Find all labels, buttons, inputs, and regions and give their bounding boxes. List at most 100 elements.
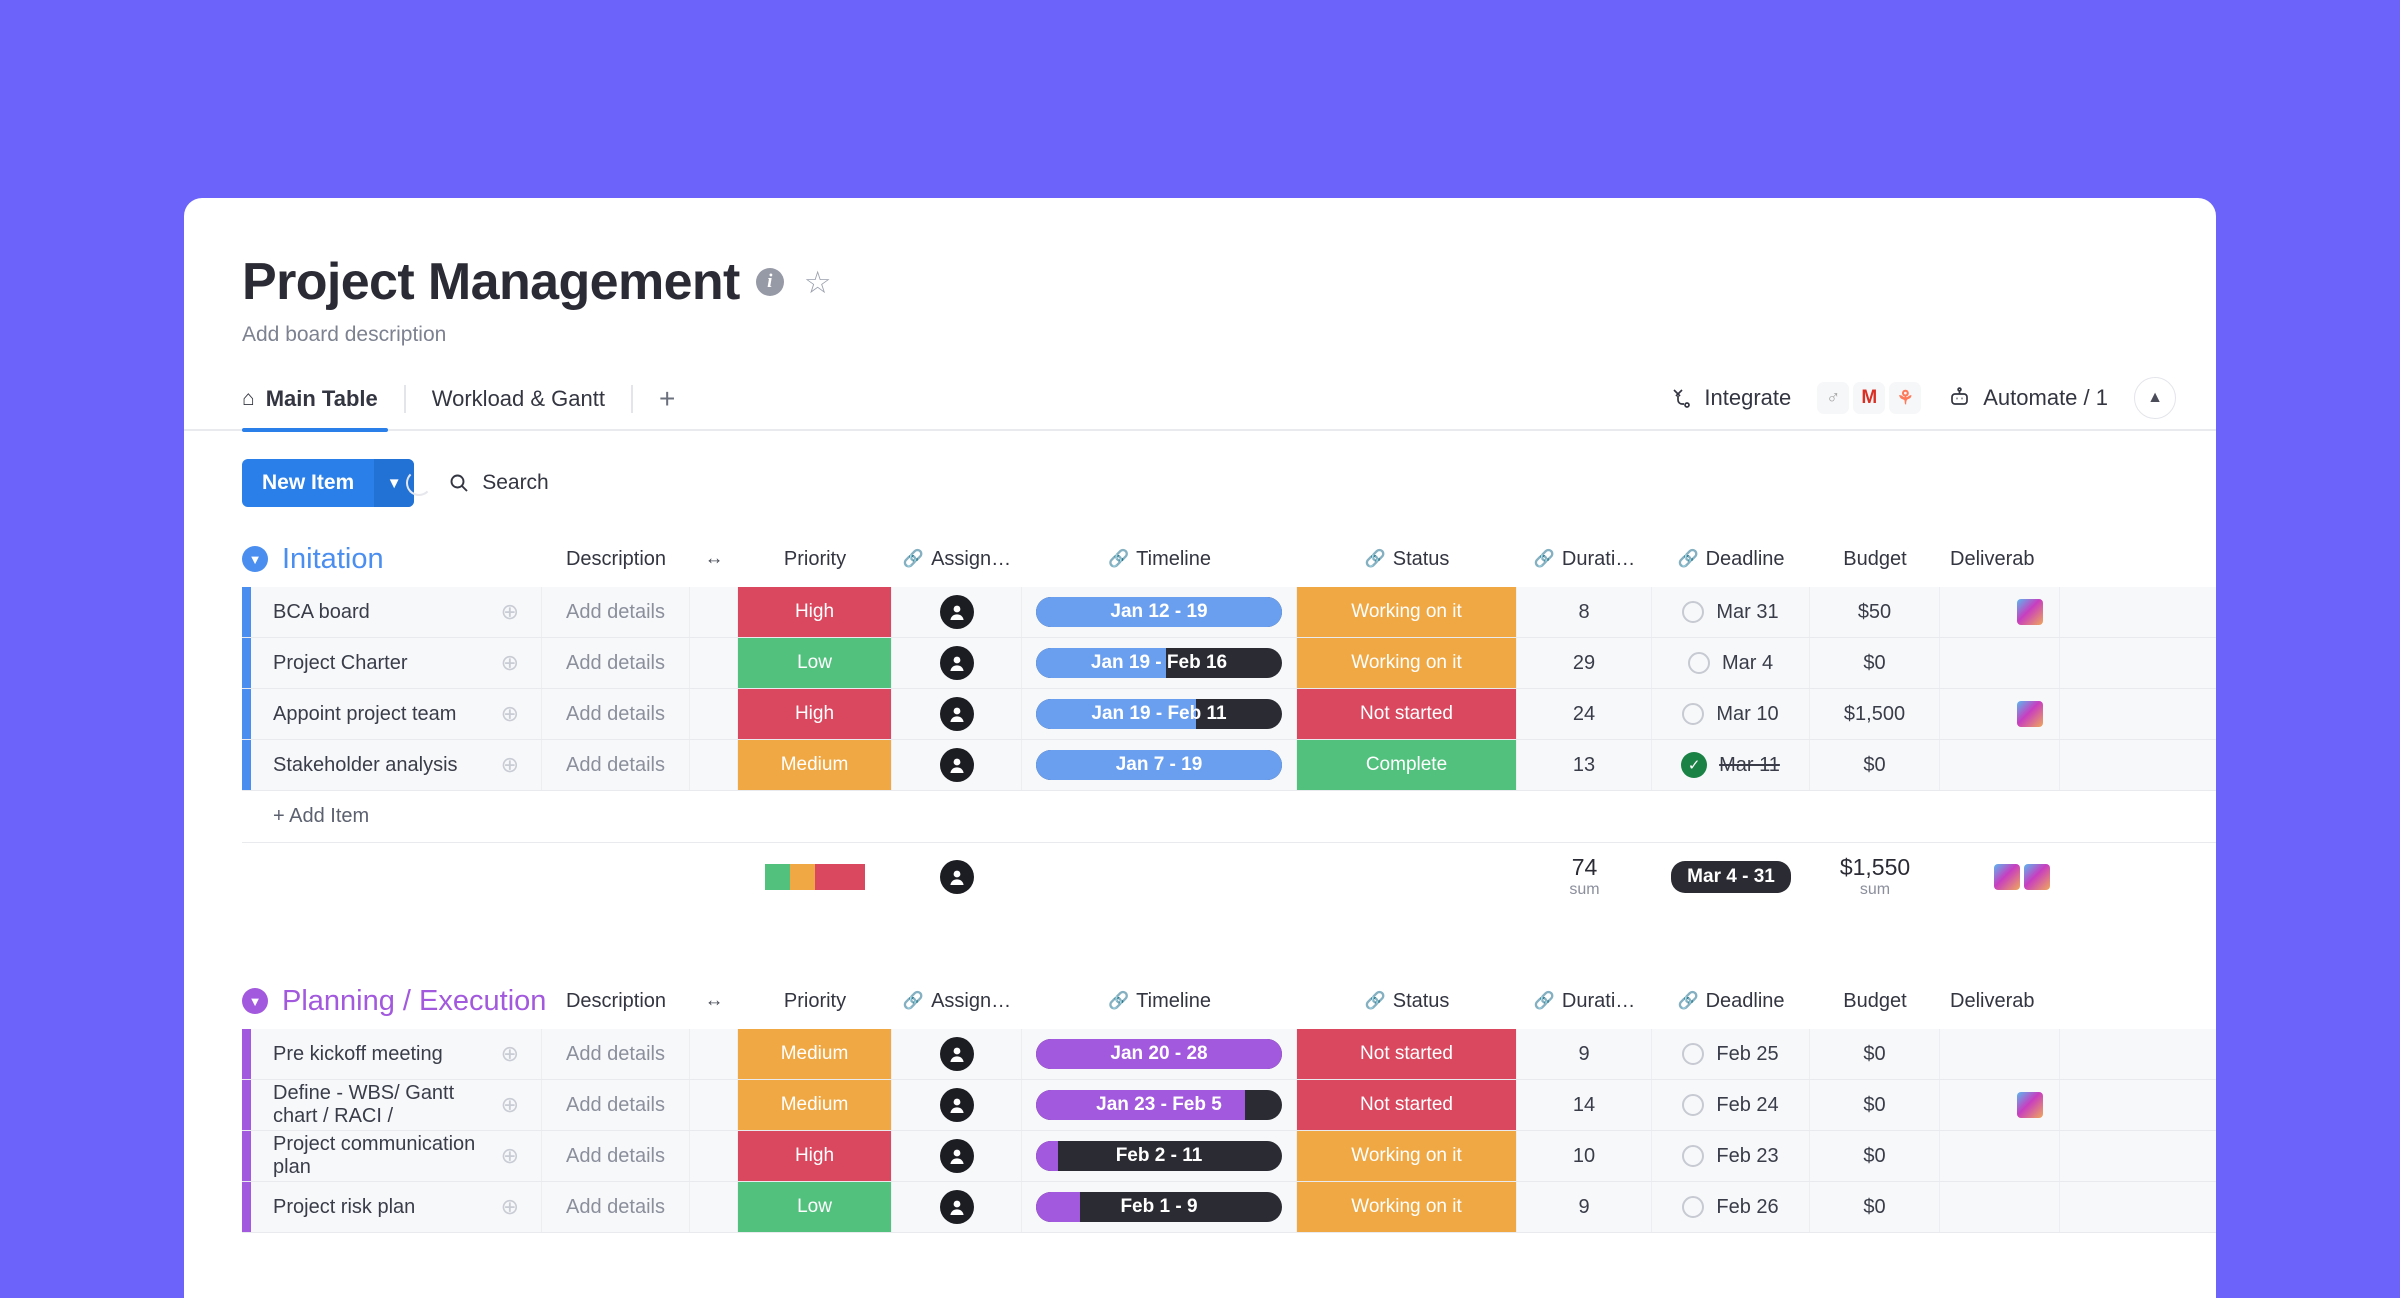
cell-timeline[interactable]: Jan 12 - 19 [1022,587,1297,637]
table-row[interactable]: Appoint project team ⊕ Add details High Jan … [242,689,2216,740]
hubspot-icon[interactable]: ⚘ [1889,382,1922,414]
cell-description[interactable]: Add details [542,638,690,688]
avatar[interactable] [939,1139,974,1173]
deadline-done-icon[interactable]: ✓ [1681,752,1708,778]
cell-description[interactable]: Add details [542,1131,690,1181]
cell-item-name[interactable]: Project communication plan ⊕ [251,1131,542,1181]
deadline-checkbox[interactable] [1682,1196,1705,1218]
cell-timeline[interactable]: Feb 1 - 9 [1022,1182,1297,1232]
cell-deliverable[interactable] [1940,1029,2060,1079]
cell-status[interactable]: Complete [1297,740,1517,790]
deadline-checkbox[interactable] [1682,1145,1705,1167]
cell-item-name[interactable]: Project Charter ⊕ [251,638,542,688]
table-row[interactable]: Pre kickoff meeting ⊕ Add details Medium Jan… [242,1029,2216,1080]
column-header-status[interactable]: 🔗 Status [1297,531,1517,587]
column-header-duration[interactable]: 🔗 Durati… [1517,531,1652,587]
deadline-checkbox[interactable] [1682,601,1705,623]
group-title[interactable]: Initation [282,543,542,576]
cell-priority[interactable]: Low [738,638,892,688]
cell-duration[interactable]: 9 [1517,1029,1652,1079]
avatar[interactable] [939,595,974,629]
column-header-timeline[interactable]: 🔗 Timeline [1022,973,1297,1029]
table-row[interactable]: Project communication plan ⊕ Add details Hi… [242,1131,2216,1182]
avatar[interactable] [940,860,974,894]
avatar[interactable] [939,1037,974,1071]
cell-priority[interactable]: Medium [738,1029,892,1079]
column-header-timeline[interactable]: 🔗 Timeline [1022,531,1297,587]
column-header-description[interactable]: Description [542,973,690,1029]
avatar[interactable] [939,1088,974,1122]
add-update-icon[interactable]: ⊕ [501,1092,519,1118]
cell-description[interactable]: Add details [542,587,690,637]
cell-budget[interactable]: $0 [1810,1182,1940,1232]
column-header-deliverable[interactable]: Deliverab [1940,531,2060,587]
cell-description[interactable]: Add details [542,689,690,739]
deadline-checkbox[interactable] [1682,703,1705,725]
column-header-duration[interactable]: 🔗 Durati… [1517,973,1652,1029]
deliverable-thumbnail[interactable] [2017,599,2043,625]
cell-budget[interactable]: $50 [1810,587,1940,637]
cell-deliverable[interactable] [1940,689,2060,739]
cell-duration[interactable]: 14 [1517,1080,1652,1130]
column-header-deadline[interactable]: 🔗 Deadline [1652,531,1810,587]
deliverable-thumbnail[interactable] [2017,1092,2043,1118]
star-icon[interactable]: ☆ [804,267,832,298]
cell-assignee[interactable] [892,1029,1022,1079]
add-item-row[interactable]: + Add Item [242,791,2216,843]
mailchimp-icon[interactable]: ♂ [1817,382,1850,414]
table-row[interactable]: BCA board ⊕ Add details High Jan 12 - 19 Work… [242,587,2216,638]
chevron-down-circle-icon[interactable]: ▼ [242,988,268,1014]
cell-deliverable[interactable] [1940,1080,2060,1130]
cell-priority[interactable]: High [738,1131,892,1181]
cell-budget[interactable]: $1,500 [1810,689,1940,739]
column-header-status[interactable]: 🔗 Status [1297,973,1517,1029]
cell-duration[interactable]: 13 [1517,740,1652,790]
cell-description[interactable]: Add details [542,1080,690,1130]
cell-timeline[interactable]: Jan 7 - 19 [1022,740,1297,790]
avatar[interactable] [939,748,974,782]
resize-horizontal-icon[interactable]: ↔ [690,531,738,587]
add-update-icon[interactable]: ⊕ [501,650,519,676]
resize-horizontal-icon[interactable]: ↔ [690,973,738,1029]
cell-item-name[interactable]: Project risk plan ⊕ [251,1182,542,1232]
cell-status[interactable]: Not started [1297,689,1517,739]
cell-deliverable[interactable] [1940,638,2060,688]
column-header-deadline[interactable]: 🔗 Deadline [1652,973,1810,1029]
add-update-icon[interactable]: ⊕ [501,701,519,727]
cell-item-name[interactable]: Pre kickoff meeting ⊕ [251,1029,542,1079]
cell-deliverable[interactable] [1940,740,2060,790]
cell-timeline[interactable]: Jan 19 - Feb 11 [1022,689,1297,739]
integrate-button[interactable]: Integrate [1669,385,1791,411]
automate-button[interactable]: Automate / 1 [1947,385,2108,411]
cell-status[interactable]: Working on it [1297,638,1517,688]
cell-duration[interactable]: 10 [1517,1131,1652,1181]
cell-deadline[interactable]: Mar 10 [1652,689,1810,739]
cell-duration[interactable]: 29 [1517,638,1652,688]
avatar[interactable] [939,1190,974,1224]
search-button[interactable]: Search [448,471,549,495]
cell-budget[interactable]: $0 [1810,1131,1940,1181]
cell-deadline[interactable]: Feb 23 [1652,1131,1810,1181]
deadline-checkbox[interactable] [1687,652,1710,674]
table-row[interactable]: Project risk plan ⊕ Add details Low Feb 1 - … [242,1182,2216,1233]
tab-workload-gantt[interactable]: Workload & Gantt [406,368,631,430]
cell-deadline[interactable]: Feb 26 [1652,1182,1810,1232]
table-row[interactable]: Stakeholder analysis ⊕ Add details Medium Ja… [242,740,2216,791]
column-header-assignee[interactable]: 🔗 Assign… [892,531,1022,587]
cell-budget[interactable]: $0 [1810,638,1940,688]
cell-assignee[interactable] [892,689,1022,739]
cell-deadline[interactable]: Mar 31 [1652,587,1810,637]
cell-item-name[interactable]: Define - WBS/ Gantt chart / RACI / ⊕ [251,1080,542,1130]
column-header-priority[interactable]: Priority [738,531,892,587]
cell-assignee[interactable] [892,587,1022,637]
cell-description[interactable]: Add details [542,1182,690,1232]
deadline-checkbox[interactable] [1682,1094,1705,1116]
cell-item-name[interactable]: Appoint project team ⊕ [251,689,542,739]
column-header-description[interactable]: Description [542,531,690,587]
deliverable-thumbnail[interactable] [2017,701,2043,727]
cell-assignee[interactable] [892,638,1022,688]
gmail-icon[interactable]: M [1853,382,1886,414]
cell-assignee[interactable] [892,1131,1022,1181]
cell-priority[interactable]: Medium [738,1080,892,1130]
cell-status[interactable]: Working on it [1297,1131,1517,1181]
